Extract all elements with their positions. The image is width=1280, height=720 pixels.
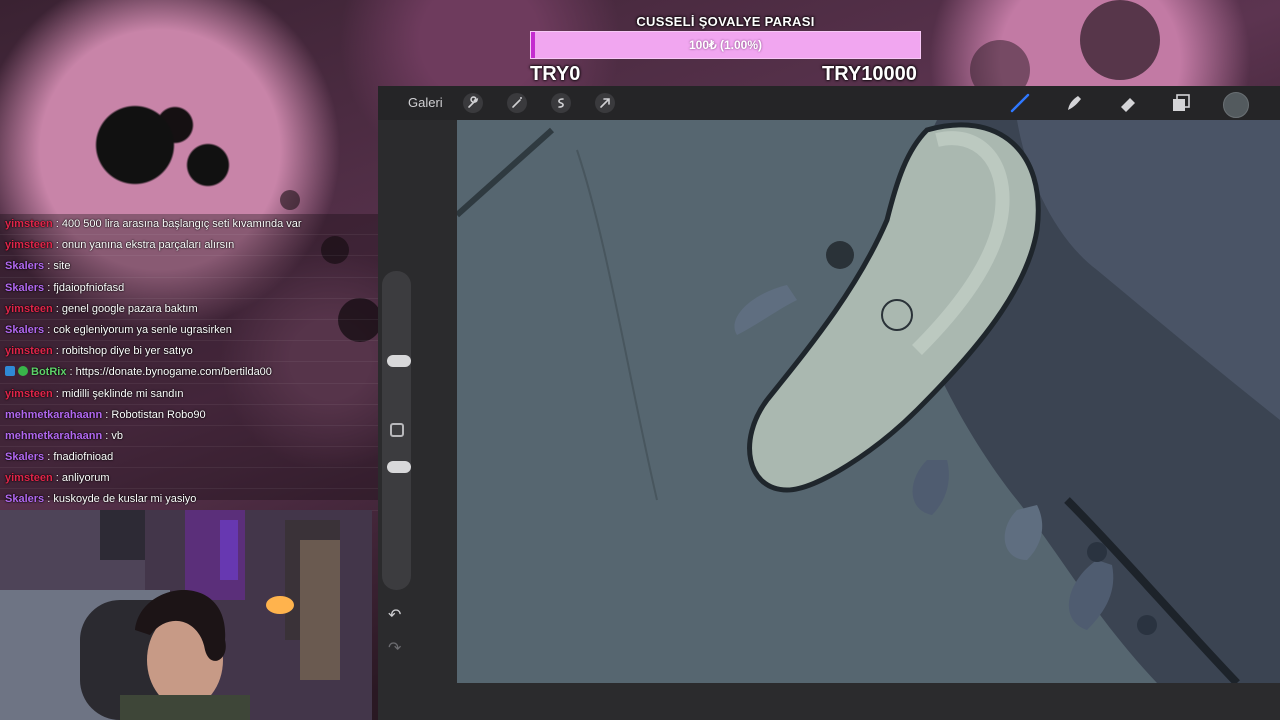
goal-min-label: TRY0 [530,63,581,85]
chat-separator: : [52,472,62,485]
gallery-button[interactable]: Galeri [408,95,443,110]
goal-progress-bar: 100₺ (1.00%) [530,31,921,59]
chat-text: genel google pazara baktım [61,302,198,315]
chat-separator: : [52,345,62,358]
bot-badge-icon [5,366,15,377]
chat-username[interactable]: yimsteen [5,239,53,251]
chat-message: yimsteen : genel google pazara baktım [0,299,378,320]
chat-separator: : [52,302,62,315]
chat-username[interactable]: Skalers [5,260,44,272]
drawing-canvas[interactable] [457,120,1280,683]
chat-text: https://donate.bynogame.com/bertilda00 [75,366,272,379]
goal-title: CUSSELİ ŞOVALYE PARASI [636,14,815,29]
chat-message: Skalers : fjdaiopfniofasd [0,278,378,299]
chat-text: 400 500 lira arasına başlangıç seti kıva… [61,218,302,230]
chat-username[interactable]: mehmetkarahaann [5,430,102,442]
chat-separator: : [44,323,54,336]
procreate-window: Galeri ↶ ↷ [378,86,1280,720]
chat-username[interactable]: yimsteen [5,303,53,315]
stream-chat: yimsteen : 400 500 lira arasına başlangı… [0,214,378,511]
chat-text: cok egleniyorum ya senle ugrasirken [53,323,232,336]
chat-message: Skalers : site [0,256,378,278]
selection-icon[interactable] [551,93,571,113]
brush-icon[interactable] [1009,92,1031,114]
chat-text: site [53,260,71,273]
layers-icon[interactable] [1170,92,1192,114]
brush-size-slider-handle[interactable] [387,355,411,367]
chat-username[interactable]: yimsteen [5,345,53,357]
chat-username[interactable]: Skalers [5,324,44,336]
chat-text: midilli şeklinde mi sandın [61,387,184,400]
chat-text: vb [111,429,124,442]
chat-separator: : [52,239,62,252]
chat-username[interactable]: Skalers [5,282,44,294]
chat-username[interactable]: mehmetkarahaann [5,409,102,421]
chat-text: kuskoyde de kuslar mi yasiyo [53,493,197,506]
chat-text: onun yanına ekstra parçaları alırsın [61,239,235,252]
chat-separator: : [66,366,76,379]
chat-separator: : [44,493,54,506]
wrench-icon[interactable] [463,93,483,113]
chat-separator: : [102,408,112,421]
chat-message: mehmetkarahaann : Robotistan Robo90 [0,405,378,426]
chat-separator: : [44,260,54,273]
verified-badge-icon [18,366,28,377]
chat-message: Skalers : kuskoyde de kuslar mi yasiyo [0,489,378,511]
chat-text: Robotistan Robo90 [111,408,206,421]
chat-separator: : [52,218,62,230]
redo-icon[interactable]: ↷ [388,638,401,658]
chat-message: yimsteen : 400 500 lira arasına başlangı… [0,214,378,236]
modify-button-square-icon[interactable] [390,423,404,437]
chat-message: yimsteen : anliyorum [0,468,378,490]
chat-message: Skalers : cok egleniyorum ya senle ugras… [0,320,378,342]
chat-username[interactable]: Skalers [5,493,44,505]
chat-separator: : [102,429,112,442]
chat-username[interactable]: BotRix [31,366,66,378]
smudge-icon[interactable] [1063,92,1085,114]
chat-message: yimsteen : robitshop diye bi yer satıyo [0,341,378,363]
chat-separator: : [44,451,54,464]
chat-message: Skalers : fnadiofnioad [0,447,378,469]
chat-message: yimsteen : onun yanına ekstra parçaları … [0,235,378,257]
chat-text: robitshop diye bi yer satıyo [61,345,193,358]
chat-separator: : [52,387,62,400]
top-toolbar: Galeri [378,86,1280,120]
color-swatch[interactable] [1223,92,1249,118]
goal-progress-text: 100₺ (1.00%) [688,38,762,52]
chat-message: BotRix : https://donate.bynogame.com/ber… [0,362,378,384]
chat-username[interactable]: yimsteen [5,472,53,484]
webcam-feed [0,510,372,720]
brush-size-opacity-sidebar [382,271,411,590]
magic-wand-icon[interactable] [507,93,527,113]
chat-username[interactable]: yimsteen [5,218,53,230]
chat-message: mehmetkarahaann : vb [0,426,378,448]
transform-arrow-icon[interactable] [595,93,615,113]
chat-text: anliyorum [61,472,110,485]
eraser-icon[interactable] [1117,92,1139,114]
chat-username[interactable]: Skalers [5,451,44,463]
opacity-slider-handle[interactable] [387,461,411,473]
chat-message: yimsteen : midilli şeklinde mi sandın [0,384,378,405]
chat-separator: : [44,281,54,294]
chat-username[interactable]: yimsteen [5,388,53,400]
undo-icon[interactable]: ↶ [388,605,401,625]
chat-text: fnadiofnioad [53,451,114,464]
goal-max-label: TRY10000 [822,63,917,85]
chat-text: fjdaiopfniofasd [53,281,125,294]
